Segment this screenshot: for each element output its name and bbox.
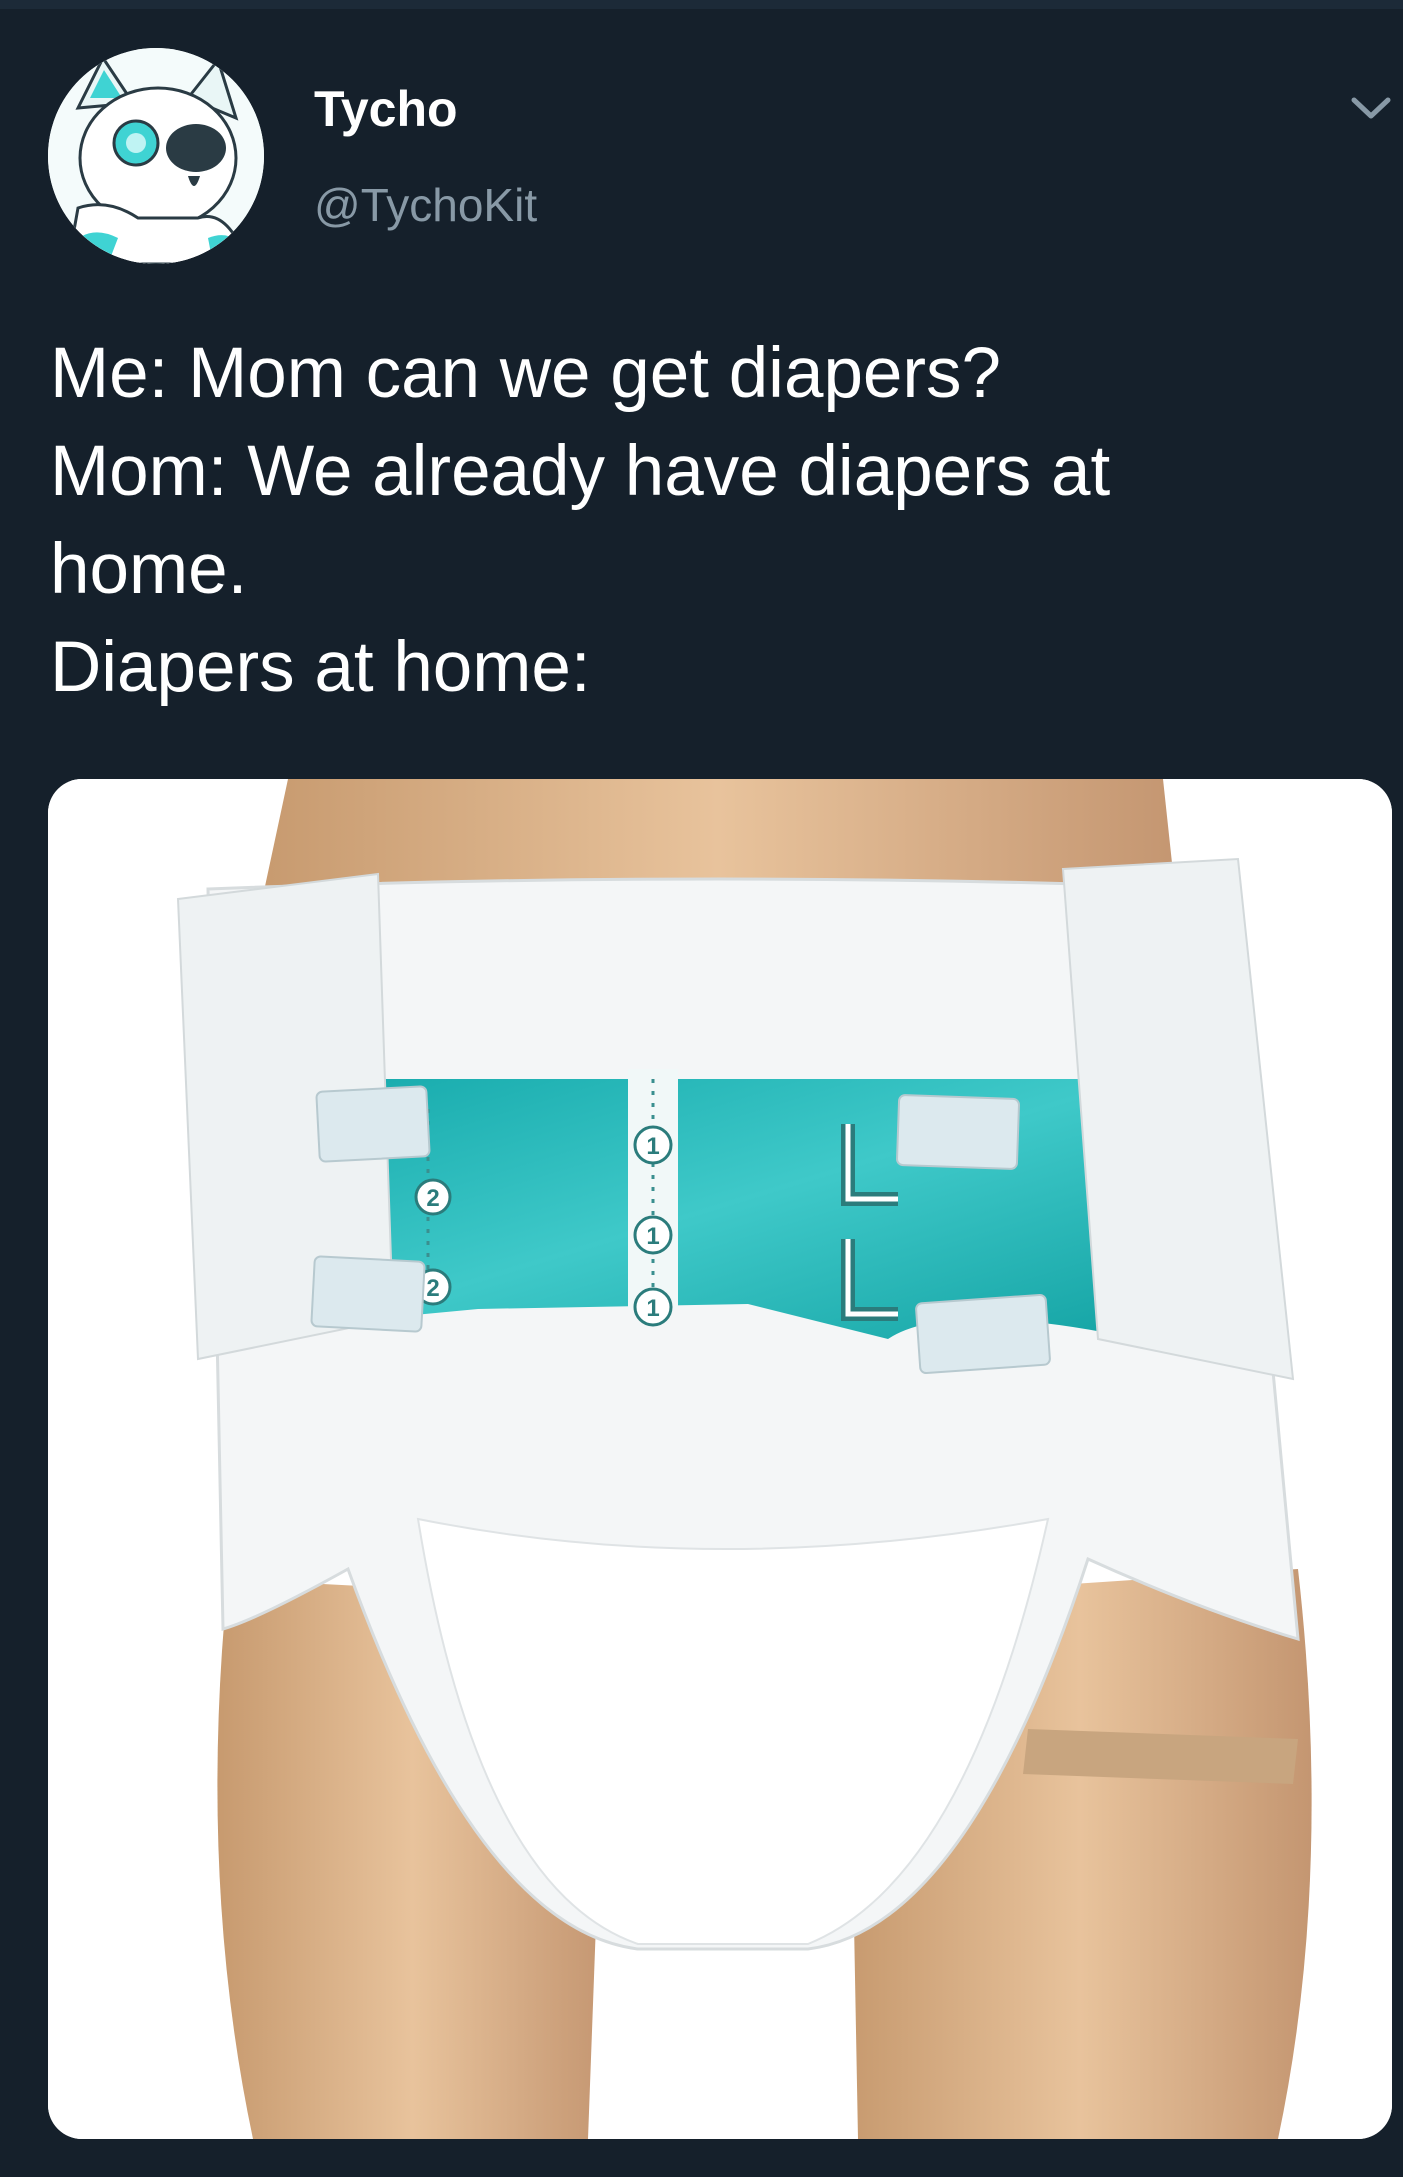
tweet-text-line: Mom: We already have diapers at [50, 432, 1111, 511]
tweet-text-line: Diapers at home: [50, 628, 591, 707]
author-handle[interactable]: @TychoKit [314, 178, 537, 232]
number-mark: 1 [646, 1133, 659, 1160]
tweet-media-photo[interactable]: 1 1 1 2 2 [48, 779, 1392, 2139]
tweet-text-line: home. [50, 530, 248, 609]
tweet-text-line: Me: Mom can we get diapers? [50, 334, 1002, 413]
author-avatar[interactable] [48, 48, 264, 264]
tweet: Tycho @TychoKit Me: Mom can we get diape… [0, 0, 1403, 2177]
author-display-name[interactable]: Tycho [314, 80, 458, 138]
tweet-text: Me: Mom can we get diapers? Mom: We alre… [50, 325, 1370, 717]
number-mark: 1 [646, 1295, 659, 1322]
number-mark: 1 [646, 1223, 659, 1250]
tweet-menu-button[interactable] [1346, 88, 1396, 128]
avatar-fox-character-icon [48, 48, 264, 264]
number-mark: 2 [426, 1185, 439, 1212]
chevron-down-icon [1351, 97, 1391, 119]
number-mark: 2 [426, 1275, 439, 1302]
diaper-photo-image: 1 1 1 2 2 [48, 779, 1392, 2139]
